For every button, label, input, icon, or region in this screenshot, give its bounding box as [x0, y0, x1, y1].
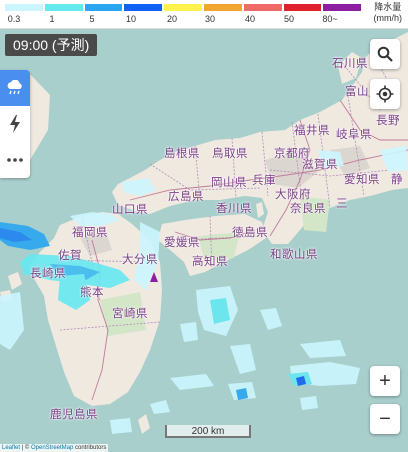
pref-label-aichi: 愛知県: [344, 174, 380, 186]
leaflet-link[interactable]: Leaflet: [2, 445, 20, 451]
search-button[interactable]: [370, 39, 400, 69]
pref-label-toyama: 富山: [345, 86, 369, 98]
more-dots-icon: [7, 158, 23, 162]
legend-swatch-3: [123, 3, 164, 12]
rain-layer-button[interactable]: [0, 70, 30, 106]
pref-label-okayama: 岡山県: [211, 177, 247, 189]
pref-label-gifu: 岐阜県: [336, 129, 372, 141]
pref-label-kagoshima: 鹿児島県: [50, 409, 98, 421]
pref-label-mie: 三: [336, 198, 348, 210]
legend-color-bar: [4, 3, 363, 12]
legend-swatch-8: [322, 3, 363, 12]
legend-label: 50: [283, 14, 295, 24]
rain-cloud-icon: [7, 80, 22, 95]
more-options-button[interactable]: [0, 142, 30, 178]
pref-label-fukuoka: 福岡県: [72, 227, 108, 239]
scale-bar: 200 km: [165, 425, 251, 438]
attribution-separator: | ©: [20, 445, 31, 451]
legend-label: 0.3: [7, 14, 21, 24]
lightning-layer-button[interactable]: [0, 106, 30, 142]
precipitation-legend: 0.3 1 5 10 20 30 40 50 80~ 降水量 (mm/h): [0, 0, 408, 29]
pref-label-miyazaki: 宮崎県: [112, 308, 148, 320]
pref-label-hiroshima: 広島県: [168, 191, 204, 203]
lightning-icon: [10, 115, 20, 133]
legend-label: 80~: [322, 14, 338, 24]
legend-swatch-4: [163, 3, 203, 12]
legend-swatch-2: [83, 3, 124, 12]
pref-label-fukui: 福井県: [294, 125, 330, 137]
layer-side-panel: [0, 70, 30, 178]
legend-unit-value: (mm/h): [373, 13, 403, 23]
map-attribution: Leaflet | © OpenStreetMap contributors: [0, 444, 109, 452]
legend-swatch-0: [4, 3, 44, 12]
pref-label-tottori: 鳥取県: [212, 148, 248, 160]
legend-swatch-1: [43, 3, 84, 12]
legend-unit: 降水量 (mm/h): [374, 2, 403, 24]
legend-unit-title: 降水量: [374, 2, 402, 12]
pref-label-nara: 奈良県: [290, 203, 326, 215]
legend-swatch-7: [282, 3, 323, 12]
locate-icon: [376, 85, 394, 103]
pref-label-nagano: 長野: [376, 115, 400, 127]
pref-label-kagawa: 香川県: [216, 203, 252, 215]
legend-label: 20: [166, 14, 178, 24]
pref-label-shizuoka: 静: [391, 174, 403, 186]
pref-label-shimane: 島根県: [164, 148, 200, 160]
legend-label: 1: [49, 14, 55, 24]
legend-label: 5: [89, 14, 95, 24]
legend-labels: 0.3 1 5 10 20 30 40 50 80~: [0, 14, 360, 26]
pref-label-shiga: 滋賀県: [302, 159, 338, 171]
pref-label-ehime: 愛媛県: [164, 237, 200, 249]
pref-label-saga: 佐賀: [58, 250, 82, 262]
pref-label-kumamoto: 熊本: [80, 287, 104, 299]
locate-button[interactable]: [370, 79, 400, 109]
forecast-time-badge: 09:00 (予測): [5, 34, 98, 56]
pref-label-ishikawa: 石川県: [332, 58, 368, 70]
legend-label: 40: [244, 14, 256, 24]
zoom-out-button[interactable]: −: [370, 404, 400, 434]
pref-label-yamaguchi: 山口県: [112, 204, 148, 216]
pref-label-hyogo: 兵庫: [252, 175, 276, 187]
pref-label-tokushima: 徳島県: [232, 227, 268, 239]
search-icon: [377, 46, 393, 62]
osm-link[interactable]: OpenStreetMap: [31, 445, 73, 451]
legend-swatch-5: [202, 3, 243, 12]
pref-label-kochi: 高知県: [192, 256, 228, 268]
legend-swatch-6: [242, 3, 283, 12]
legend-label: 10: [125, 14, 137, 24]
legend-label: 30: [204, 14, 216, 24]
pref-label-oita: 大分県: [122, 254, 158, 266]
attribution-contributors: contributors: [73, 445, 107, 451]
pref-label-wakayama: 和歌山県: [270, 249, 318, 261]
pref-label-nagasaki: 長崎県: [30, 268, 66, 280]
zoom-in-button[interactable]: +: [370, 366, 400, 396]
map-view[interactable]: 石川県 富山 福井県 岐阜県 長野 島根県 鳥取県 京都府 滋賀県 愛知県 静 …: [0, 29, 408, 452]
